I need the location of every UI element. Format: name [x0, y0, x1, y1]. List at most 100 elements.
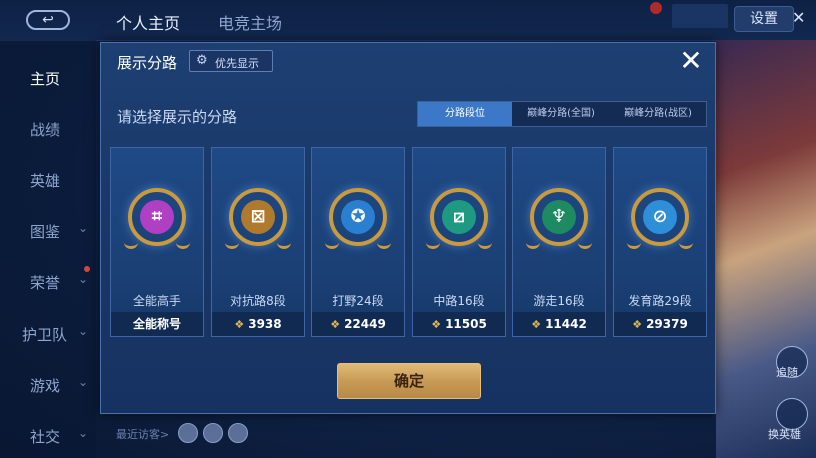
clash-lane-emblem-icon: ⊠	[225, 188, 291, 249]
sidebar-item-label: 图鉴	[30, 223, 61, 241]
confirm-button[interactable]: 确定	[337, 363, 481, 399]
lane-card-value-text: 3938	[248, 317, 282, 331]
lane-card-value-text: 29379	[646, 317, 688, 331]
rank-points-icon: ❖	[431, 318, 442, 331]
sidebar-item-codex[interactable]: 图鉴 ⌄	[0, 207, 96, 253]
emblem-glyph: ♆	[550, 206, 568, 227]
lane-card-name: 发育路29段	[628, 294, 692, 308]
lane-card-value: ❖ 22449	[312, 312, 404, 336]
avatar[interactable]	[178, 423, 198, 443]
sidebar-item-heroes[interactable]: 英雄	[0, 156, 96, 202]
emblem-wing	[325, 236, 339, 249]
notification-icon	[650, 2, 662, 14]
sidebar-item-home[interactable]: 主页	[0, 54, 96, 100]
sidebar-item-label: 社交	[30, 428, 61, 446]
emblem-glyph: ✪	[350, 206, 366, 227]
emblem-wing	[679, 236, 693, 249]
lane-card-value: ❖ 11505	[413, 312, 505, 336]
chevron-down-icon: ⌄	[78, 426, 89, 440]
emblem-wing	[526, 236, 540, 249]
lane-card-name: 对抗路8段	[230, 294, 286, 308]
emblem-glyph: ⧄	[453, 206, 465, 227]
farm-lane-emblem-icon: ⊘	[627, 188, 693, 249]
emblem-wing	[277, 236, 291, 249]
emblem-glyph: ⊘	[652, 206, 668, 227]
tab-esports[interactable]: 电竞主场	[218, 10, 282, 34]
tab-lane-rank[interactable]: 分路段位	[418, 102, 512, 126]
lane-card-value-text: 11442	[545, 317, 587, 331]
sidebar-item-label: 主页	[30, 70, 61, 88]
avatar[interactable]	[228, 423, 248, 443]
lane-card[interactable]: ⊘ 发育路29段 ❖ 29379	[613, 147, 707, 337]
chevron-down-icon: ⌄	[78, 221, 89, 235]
sidebar-item-honors[interactable]: 荣誉 ⌄	[0, 258, 96, 304]
emblem-glyph: ⌗	[151, 206, 163, 227]
settings-button[interactable]: 设置	[734, 6, 794, 32]
rank-points-icon: ❖	[632, 318, 643, 331]
lane-card[interactable]: ♆ 游走16段 ❖ 11442	[512, 147, 606, 337]
dialog-title: 展示分路	[117, 54, 178, 72]
tab-profile[interactable]: 个人主页	[116, 10, 180, 34]
tab-peak-national[interactable]: 巅峰分路(全国)	[514, 102, 608, 126]
mid-lane-emblem-icon: ⧄	[426, 188, 492, 249]
lane-card-value-text: 11505	[445, 317, 487, 331]
lane-card-value: 全能称号	[111, 312, 203, 336]
follow-label: 追随	[776, 366, 798, 379]
jungle-emblem-icon: ✪	[325, 188, 391, 249]
rank-points-icon: ❖	[531, 318, 542, 331]
roam-emblem-icon: ♆	[526, 188, 592, 249]
sidebar-item-games[interactable]: 游戏 ⌄	[0, 361, 96, 407]
lane-display-dialog: 展示分路 ⚙ 优先显示 ✕ 请选择展示的分路 分路段位 巅峰分路(全国) 巅峰分…	[100, 42, 716, 414]
lane-card[interactable]: ⌗ 全能高手全能称号	[110, 147, 204, 337]
emblem-wing	[176, 236, 190, 249]
sidebar: 主页 战绩 英雄 图鉴 ⌄ 荣誉 ⌄ 护卫队 ⌄ 游戏 ⌄ 社交 ⌄	[0, 40, 96, 458]
sidebar-item-label: 战绩	[30, 121, 61, 139]
emblem-wing	[627, 236, 641, 249]
hero-art	[716, 40, 816, 458]
emblem-glyph: ⊠	[250, 206, 266, 227]
priority-display-button[interactable]: ⚙ 优先显示	[189, 50, 273, 72]
emblem-wing	[478, 236, 492, 249]
lane-card-name: 打野24段	[332, 294, 384, 308]
emblem-wing	[124, 236, 138, 249]
tab-peak-region[interactable]: 巅峰分路(战区)	[610, 102, 706, 126]
lane-tabs: 分路段位 巅峰分路(全国) 巅峰分路(战区)	[417, 101, 707, 127]
lane-card[interactable]: ✪ 打野24段 ❖ 22449	[311, 147, 405, 337]
sidebar-item-label: 荣誉	[30, 274, 61, 292]
rank-points-icon: ❖	[234, 318, 245, 331]
lane-card-value: ❖ 11442	[513, 312, 605, 336]
avatar[interactable]	[203, 423, 223, 443]
change-hero-label[interactable]: 换英雄	[768, 426, 801, 442]
emblem-wing	[426, 236, 440, 249]
lane-card-name: 全能高手	[132, 294, 181, 308]
close-page-icon[interactable]: ✕	[792, 8, 805, 27]
chevron-down-icon: ⌄	[78, 324, 89, 338]
chevron-down-icon: ⌄	[78, 375, 89, 389]
sidebar-item-guard-team[interactable]: 护卫队 ⌄	[0, 310, 96, 356]
lane-card-name: 中路16段	[433, 294, 485, 308]
priority-display-label: 优先显示	[215, 57, 259, 70]
lane-card-name: 游走16段	[533, 294, 585, 308]
emblem-wing	[377, 236, 391, 249]
sidebar-item-label: 护卫队	[22, 326, 68, 344]
top-bar: ↩ 个人主页 电竞主场 设置 ✕	[0, 0, 816, 41]
emblem-wing	[578, 236, 592, 249]
promo-badge	[672, 4, 728, 28]
sidebar-item-social[interactable]: 社交 ⌄	[0, 412, 96, 458]
lane-card-value-text: 22449	[344, 317, 386, 331]
lane-card-value-text: 全能称号	[132, 317, 181, 331]
close-dialog-button[interactable]: ✕	[675, 45, 707, 77]
sidebar-item-records[interactable]: 战绩	[0, 105, 96, 151]
back-button[interactable]: ↩	[26, 10, 70, 30]
lane-card-value: ❖ 29379	[614, 312, 706, 336]
lane-card[interactable]: ⧄ 中路16段 ❖ 11505	[412, 147, 506, 337]
lane-card[interactable]: ⊠ 对抗路8段 ❖ 3938	[211, 147, 305, 337]
recent-visitors-link[interactable]: 最近访客>	[116, 426, 169, 442]
emblem-wing	[225, 236, 239, 249]
lane-card-value: ❖ 3938	[212, 312, 304, 336]
rank-points-icon: ❖	[330, 318, 341, 331]
all-round-emblem-icon: ⌗	[124, 188, 190, 249]
sidebar-item-label: 游戏	[30, 377, 61, 395]
sidebar-item-label: 英雄	[30, 172, 61, 190]
gear-icon: ⚙	[196, 53, 208, 68]
